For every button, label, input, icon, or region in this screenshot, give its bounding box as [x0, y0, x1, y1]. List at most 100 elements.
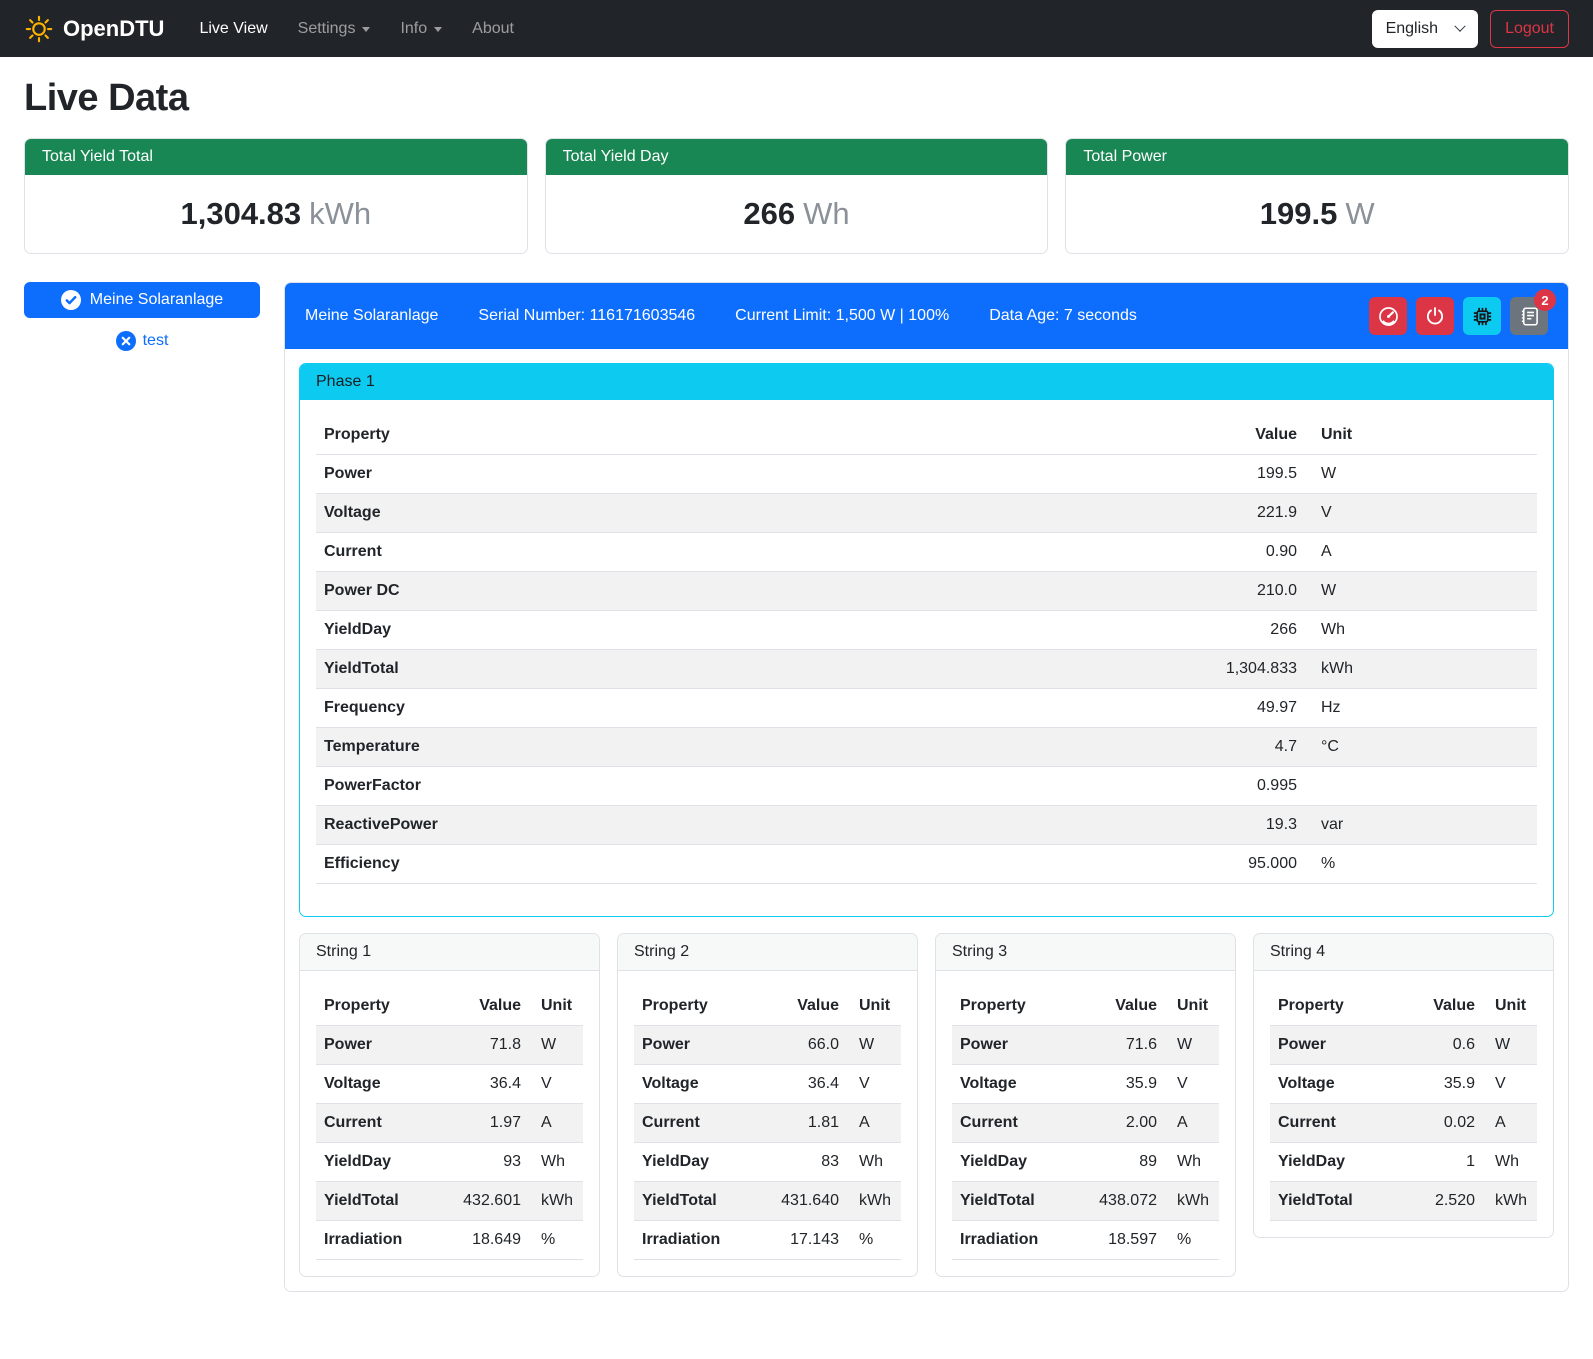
- row-unit: A: [1483, 1104, 1537, 1143]
- table-row: Voltage 35.9 V: [1270, 1065, 1537, 1104]
- row-value: 0.90: [1185, 533, 1305, 572]
- phase-panel-body: Property Value Unit Power: [300, 400, 1553, 916]
- row-unit: A: [529, 1104, 583, 1143]
- row-value: 35.9: [1397, 1065, 1483, 1104]
- table-row: Irradiation 17.143 %: [634, 1221, 901, 1260]
- string-card-2: String 2 Property Value Unit: [617, 933, 918, 1277]
- row-property: Power: [634, 1026, 761, 1065]
- limit-settings-button[interactable]: [1369, 297, 1407, 335]
- summary-unit: W: [1345, 196, 1374, 231]
- row-property: Frequency: [316, 689, 1185, 728]
- inverter-link-test[interactable]: test: [24, 331, 260, 351]
- table-row: ReactivePower 19.3 var: [316, 806, 1537, 845]
- row-unit: V: [529, 1065, 583, 1104]
- device-info-button[interactable]: [1463, 297, 1501, 335]
- string-card-3: String 3 Property Value Unit: [935, 933, 1236, 1277]
- phase-table-head: Property Value Unit: [316, 416, 1537, 455]
- table-row: YieldDay 1 Wh: [1270, 1143, 1537, 1182]
- summary-cards-row: Total Yield Total 1,304.83kWh Total Yiel…: [24, 138, 1569, 254]
- column-header-unit: Unit: [529, 987, 583, 1026]
- table-row: Current 2.00 A: [952, 1104, 1219, 1143]
- table-row: Voltage 35.9 V: [952, 1065, 1219, 1104]
- table-row: Voltage 221.9 V: [316, 494, 1537, 533]
- row-unit: kWh: [847, 1182, 901, 1221]
- power-icon: [1425, 306, 1445, 326]
- table-row: Frequency 49.97 Hz: [316, 689, 1537, 728]
- summary-value: 1,304.83: [180, 196, 301, 231]
- nav-item-info[interactable]: Info: [385, 12, 457, 46]
- row-value: 1: [1397, 1143, 1483, 1182]
- nav-item-label: About: [472, 20, 514, 38]
- logout-button[interactable]: Logout: [1490, 10, 1569, 48]
- row-property: YieldTotal: [634, 1182, 761, 1221]
- row-value: 71.6: [1079, 1026, 1165, 1065]
- row-unit: Wh: [529, 1143, 583, 1182]
- row-property: Efficiency: [316, 845, 1185, 884]
- inverter-actions: 2: [1369, 297, 1548, 335]
- string-table-body: Power 66.0 W Voltage 36.4 V: [634, 1026, 901, 1260]
- phase-table: Property Value Unit Power: [316, 416, 1537, 884]
- row-property: YieldDay: [316, 1143, 443, 1182]
- inverter-selector-sidebar: Meine Solaranlage test: [24, 282, 260, 351]
- column-header-property: Property: [1270, 987, 1397, 1026]
- journal-text-icon: [1519, 306, 1540, 327]
- table-header-row: Property Value Unit: [952, 987, 1219, 1026]
- row-unit: var: [1305, 806, 1537, 845]
- row-property: Current: [316, 533, 1185, 572]
- table-row: YieldDay 93 Wh: [316, 1143, 583, 1182]
- row-property: Voltage: [316, 1065, 443, 1104]
- row-unit: W: [847, 1026, 901, 1065]
- inverter-limit: Current Limit: 1,500 W | 100%: [735, 307, 949, 325]
- table-row: Power 0.6 W: [1270, 1026, 1537, 1065]
- row-value: 2.00: [1079, 1104, 1165, 1143]
- row-property: ReactivePower: [316, 806, 1185, 845]
- inverter-serial: Serial Number: 116171603546: [478, 307, 695, 325]
- nav-item-live-view[interactable]: Live View: [184, 12, 282, 46]
- nav-item-settings[interactable]: Settings: [283, 12, 386, 46]
- string-table-body: Power 0.6 W Voltage 35.9 V: [1270, 1026, 1537, 1221]
- event-count-badge: 2: [1534, 289, 1556, 311]
- row-unit: V: [1165, 1065, 1219, 1104]
- nav-item-about[interactable]: About: [457, 12, 529, 46]
- summary-value: 266: [743, 196, 795, 231]
- table-row: Current 1.97 A: [316, 1104, 583, 1143]
- row-value: 18.597: [1079, 1221, 1165, 1260]
- table-row: YieldTotal 2.520 kWh: [1270, 1182, 1537, 1221]
- row-property: Power: [952, 1026, 1079, 1065]
- nav-item-label: Info: [400, 20, 427, 38]
- summary-card-total-power: Total Power 199.5W: [1065, 138, 1569, 254]
- cpu-icon: [1472, 306, 1493, 327]
- row-property: Power: [316, 1026, 443, 1065]
- column-header-value: Value: [1185, 416, 1305, 455]
- summary-card-title: Total Power: [1066, 139, 1568, 175]
- brand[interactable]: OpenDTU: [24, 14, 164, 44]
- string-table: Property Value Unit Power: [316, 987, 583, 1260]
- row-value: 93: [443, 1143, 529, 1182]
- page-title: Live Data: [24, 77, 1569, 120]
- row-property: Voltage: [316, 494, 1185, 533]
- power-button[interactable]: [1416, 297, 1454, 335]
- row-unit: W: [1483, 1026, 1537, 1065]
- row-value: 89: [1079, 1143, 1165, 1182]
- inverter-card: Meine Solaranlage Serial Number: 1161716…: [284, 282, 1569, 1292]
- row-unit: V: [847, 1065, 901, 1104]
- language-select[interactable]: English: [1372, 10, 1478, 48]
- row-property: Voltage: [634, 1065, 761, 1104]
- summary-unit: kWh: [309, 196, 371, 231]
- row-property: Irradiation: [952, 1221, 1079, 1260]
- summary-card-total-yield-total: Total Yield Total 1,304.83kWh: [24, 138, 528, 254]
- table-row: Power 199.5 W: [316, 455, 1537, 494]
- event-log-button[interactable]: 2: [1510, 297, 1548, 335]
- string-card-body: Property Value Unit Power: [618, 971, 917, 1260]
- row-property: Power: [316, 455, 1185, 494]
- inverter-button-selected[interactable]: Meine Solaranlage: [24, 282, 260, 318]
- summary-card-title: Total Yield Day: [546, 139, 1048, 175]
- row-unit: W: [529, 1026, 583, 1065]
- summary-card-title: Total Yield Total: [25, 139, 527, 175]
- column-header-property: Property: [316, 416, 1185, 455]
- language-value: English: [1386, 20, 1438, 38]
- row-value: 1,304.833: [1185, 650, 1305, 689]
- row-unit: Hz: [1305, 689, 1537, 728]
- row-value: 199.5: [1185, 455, 1305, 494]
- inverter-body: Phase 1 Property Value Unit: [285, 349, 1568, 1291]
